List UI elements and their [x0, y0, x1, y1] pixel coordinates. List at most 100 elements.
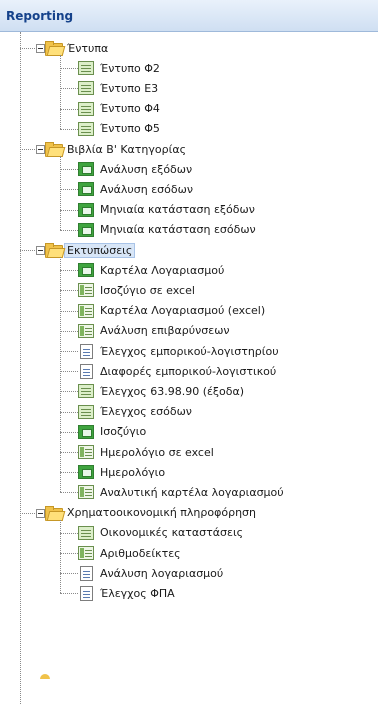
tree-connector — [60, 290, 78, 292]
tree-item[interactable]: Έλεγχος 63.98.90 (έξοδα) — [78, 381, 244, 401]
document-icon — [80, 343, 93, 359]
tree-item-label: Έλεγχος ΦΠΑ — [100, 586, 175, 600]
reporting-tree: Έντυπα Έντυπο Φ2 Έντυπο Ε3 Έντυπο Φ4 Έντυπο … — [0, 32, 378, 711]
tree-connector — [60, 411, 78, 413]
tree-connector — [60, 452, 78, 453]
folder-open-icon — [45, 41, 66, 56]
form-icon — [78, 61, 94, 76]
tree-item[interactable]: Έντυπο Φ4 — [78, 99, 160, 119]
tree-item-label: Έντυπο Ε3 — [100, 81, 159, 95]
tree-item[interactable]: Ανάλυση λογαριασμού — [78, 563, 223, 583]
tree-item[interactable]: Έλεγχος ΦΠΑ — [78, 583, 175, 603]
grid-icon — [78, 303, 94, 318]
tree-item[interactable]: Ημερολόγιο — [78, 462, 165, 482]
tree-item[interactable]: Ισοζύγιο — [78, 422, 146, 442]
tree-branch-line — [60, 55, 61, 129]
tree-item[interactable]: Ανάλυση επιβαρύνσεων — [78, 321, 230, 341]
tree-connector — [60, 169, 78, 171]
tree-item-label: Διαφορές εμπορικού-λογιστικού — [100, 364, 277, 378]
tree-item-label: Ανάλυση επιβαρύνσεων — [100, 324, 230, 338]
collapse-toggle-icon[interactable] — [36, 145, 45, 154]
collapse-toggle-icon[interactable] — [36, 508, 45, 518]
tree-item-label: Έντυπο Φ5 — [100, 122, 160, 136]
grid-icon — [78, 546, 94, 560]
panel-title: Reporting — [6, 9, 74, 23]
tree-connector — [60, 532, 78, 534]
tree-item[interactable]: Ανάλυση εξόδων — [78, 159, 192, 179]
tree-item[interactable]: Καρτέλα Λογαριασμού (excel) — [78, 301, 265, 321]
tree-group-label: Εκτυπώσεις — [64, 242, 136, 258]
tree-branch-line — [60, 519, 61, 594]
tree-group-2[interactable]: Εκτυπώσεις — [45, 240, 136, 260]
tree-item[interactable]: Διαφορές εμπορικού-λογιστικού — [78, 361, 276, 381]
tree-item-label: Έλεγχος 63.98.90 (έξοδα) — [100, 384, 245, 398]
collapse-toggle-icon[interactable] — [36, 44, 45, 53]
tree-item[interactable]: Οικονομικές καταστάσεις — [78, 523, 243, 543]
document-icon — [80, 363, 93, 379]
tree-connector — [60, 351, 78, 352]
tree-item[interactable]: Ισοζύγιο σε excel — [78, 280, 195, 300]
report-icon — [78, 465, 94, 480]
grid-icon — [78, 283, 94, 298]
tree-item[interactable]: Καρτέλα Λογαριασμού — [78, 260, 224, 280]
tree-connector — [60, 128, 78, 130]
tree-connector — [60, 229, 78, 231]
tree-item[interactable]: Αριθμοδείκτες — [78, 543, 181, 563]
tree-connector — [60, 68, 78, 70]
tree-item[interactable]: Έντυπο Φ5 — [78, 119, 160, 139]
tree-item-label: Καρτέλα Λογαριασμού — [100, 263, 225, 277]
tree-item-label: Αναλυτική καρτέλα λογαριασμού — [100, 485, 284, 499]
tree-item-label: Έντυπο Φ2 — [100, 61, 160, 75]
tree-group-label: Χρηματοοικονομική πληροφόρηση — [67, 506, 257, 520]
tree-item[interactable]: Μηνιαία κατάσταση εξόδων — [78, 200, 255, 220]
report-icon — [78, 263, 94, 278]
tree-item[interactable]: Έλεγχος εσόδων — [78, 402, 192, 422]
form-icon — [78, 525, 94, 540]
tree-item-label: Έλεγχος εσόδων — [100, 405, 192, 419]
document-icon — [80, 585, 93, 601]
report-icon — [78, 222, 94, 237]
tree-item[interactable]: Ανάλυση εσόδων — [78, 179, 193, 199]
grid-icon — [78, 445, 94, 459]
tree-connector — [60, 371, 78, 373]
form-icon — [78, 121, 94, 136]
grid-icon — [78, 485, 94, 500]
tree-item[interactable]: Έλεγχος εμπορικού-λογιστηρίου — [78, 341, 279, 361]
tree-connector — [60, 88, 78, 90]
report-icon — [78, 182, 94, 197]
tree-connector — [60, 310, 78, 312]
tree-root-line — [20, 32, 21, 704]
tree-item-label: Ημερολόγιο σε excel — [100, 445, 214, 459]
tree-item[interactable]: Αναλυτική καρτέλα λογαριασμού — [78, 482, 284, 502]
tree-item[interactable]: Μηνιαία κατάσταση εσόδων — [78, 220, 256, 240]
form-icon — [78, 404, 94, 419]
tree-branch-line — [60, 156, 61, 230]
tree-item-label: Ισοζύγιο σε excel — [100, 283, 195, 297]
tree-item[interactable]: Ημερολόγιο σε excel — [78, 442, 214, 462]
tree-connector — [60, 553, 78, 554]
tree-group-0[interactable]: Έντυπα — [45, 38, 108, 58]
collapse-toggle-icon[interactable] — [36, 246, 45, 255]
tree-connector — [60, 492, 78, 494]
tree-item-label: Έντυπο Φ4 — [100, 102, 160, 116]
tree-group-label: Έντυπα — [67, 41, 109, 55]
form-icon — [78, 384, 94, 399]
tree-item-label: Μηνιαία κατάσταση εσόδων — [100, 223, 256, 237]
tree-item[interactable]: Έντυπο Ε3 — [78, 78, 158, 98]
tree-connector — [60, 209, 78, 211]
tree-item-label: Καρτέλα Λογαριασμού (excel) — [100, 304, 266, 318]
tree-connector — [60, 431, 78, 433]
tree-group-3[interactable]: Χρηματοοικονομική πληροφόρηση — [45, 503, 256, 523]
tree-item[interactable]: Έντυπο Φ2 — [78, 58, 160, 78]
report-icon — [78, 424, 94, 439]
report-icon — [78, 202, 94, 217]
tree-connector — [60, 472, 78, 474]
tree-connector — [60, 108, 78, 110]
tree-item-label: Έλεγχος εμπορικού-λογιστηρίου — [100, 344, 279, 358]
tree-item-label: Ανάλυση εξόδων — [100, 162, 193, 176]
tree-connector — [60, 270, 78, 272]
tree-connector — [60, 593, 78, 595]
tree-item-label: Ημερολόγιο — [100, 465, 166, 479]
document-icon — [80, 565, 93, 581]
tree-group-1[interactable]: Βιβλία Β' Κατηγορίας — [45, 139, 186, 159]
